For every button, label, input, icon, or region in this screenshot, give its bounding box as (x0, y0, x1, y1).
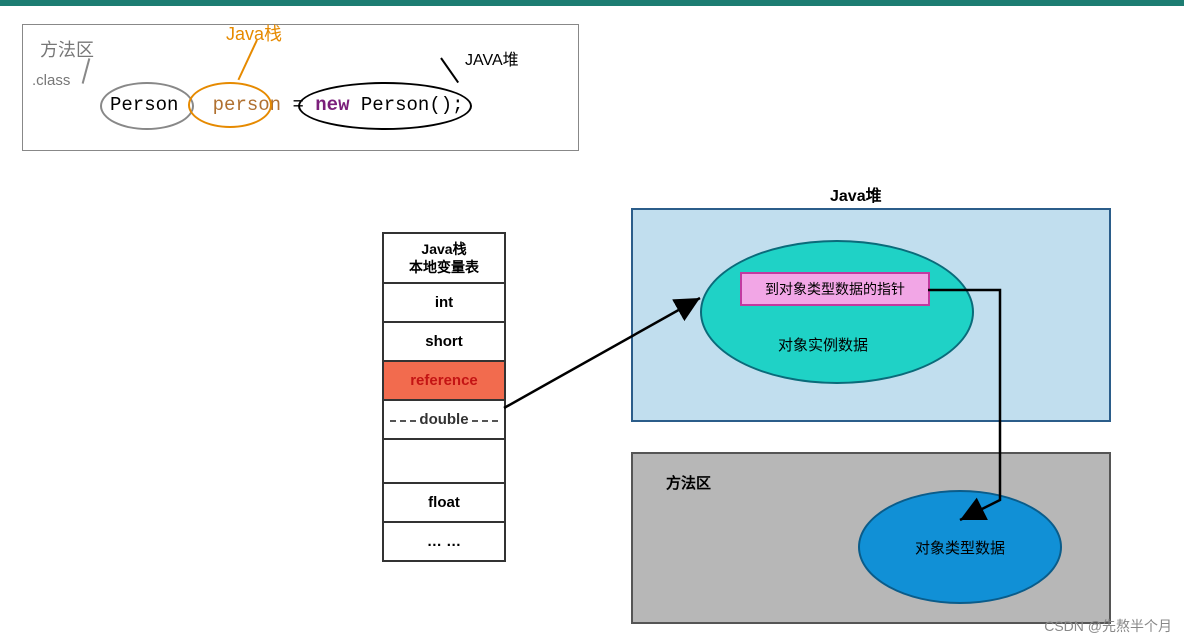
stack-header-l1: Java栈 (421, 241, 466, 257)
stack-header: Java栈 本地变量表 (384, 234, 504, 284)
top-border (0, 0, 1184, 6)
code-box (22, 24, 579, 151)
label-method-area: 方法区 (40, 36, 94, 62)
label-class: .class (32, 72, 70, 89)
instance-ellipse (700, 240, 974, 384)
stack-row-int: int (384, 284, 504, 323)
instance-label: 对象实例数据 (778, 334, 868, 355)
stack-table: Java栈 本地变量表 int short reference double f… (382, 232, 506, 562)
instance-pointer-box: 到对象类型数据的指针 (740, 272, 930, 306)
stack-row-double: double (384, 401, 504, 440)
type-data-label: 对象类型数据 (915, 537, 1005, 558)
diagram-stage: 方法区 Java栈 .class JAVA堆 Person person = n… (0, 0, 1184, 642)
stack-row-float: float (384, 484, 504, 523)
stack-row-more: … … (384, 523, 504, 560)
ellipse-class (100, 82, 194, 130)
type-data-ellipse: 对象类型数据 (858, 490, 1062, 604)
ellipse-variable (188, 82, 272, 128)
stack-row-short: short (384, 323, 504, 362)
label-java-heap-top: JAVA堆 (465, 46, 519, 70)
watermark: CSDN @先熬半个月 (1044, 616, 1172, 636)
method-area-title: 方法区 (666, 472, 711, 493)
heap-title: Java堆 (830, 182, 882, 206)
stack-row-reference: reference (384, 362, 504, 401)
ellipse-new (298, 82, 472, 130)
stack-header-l2: 本地变量表 (409, 259, 479, 275)
stack-row-blank (384, 440, 504, 484)
